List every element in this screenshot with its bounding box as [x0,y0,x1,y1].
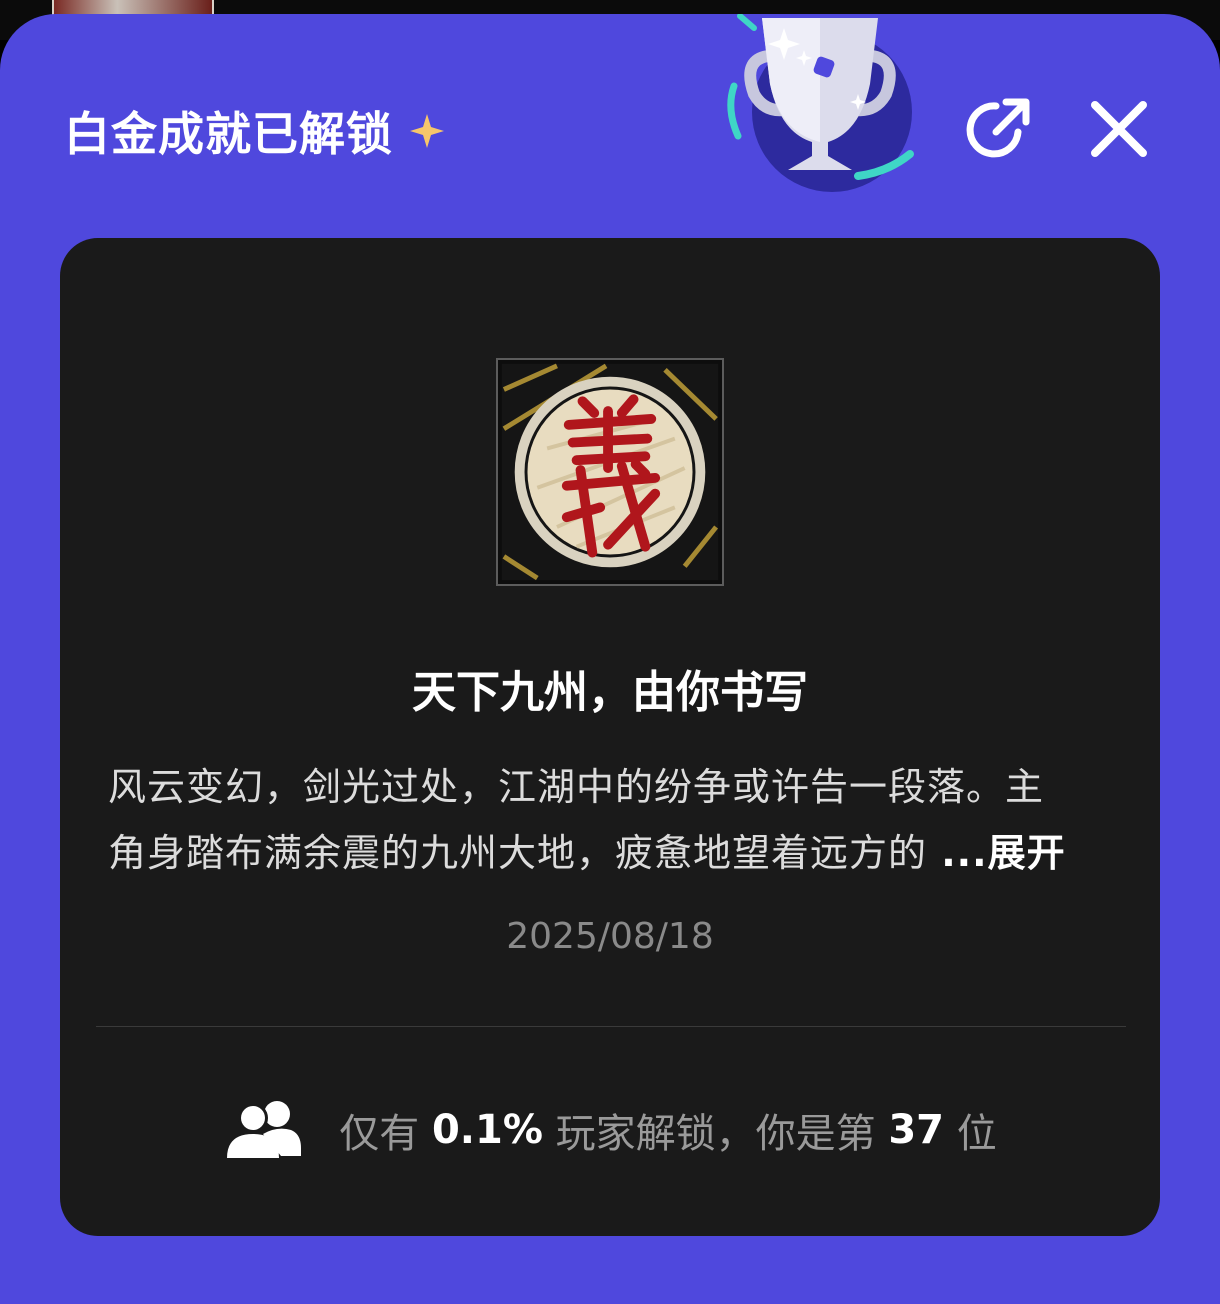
description-line-2: 角身踏布满余震的九州大地，疲惫地望着远方的 ...展开 [108,820,1118,886]
stats-percent: 0.1% [431,1107,543,1153]
description-line-1: 风云变幻，剑光过处，江湖中的纷争或许告一段落。主 [108,765,1045,809]
close-button[interactable] [1084,94,1154,164]
stats-rank: 37 [888,1107,945,1153]
achievement-description: 风云变幻，剑光过处，江湖中的纷争或许告一段落。主 角身踏布满余震的九州大地，疲惫… [108,754,1118,886]
trophy-icon [727,14,914,192]
users-icon [227,1101,302,1158]
description-line-2-text: 角身踏布满余震的九州大地，疲惫地望着远方的 [108,831,928,875]
sparkle-icon [410,114,444,148]
sheet-header: 白金成就已解锁 [64,98,447,164]
unlock-date: 2025/08/18 [506,916,714,957]
close-icon [1091,101,1147,157]
share-button[interactable] [962,94,1032,164]
achievement-title: 天下九州，由你书写 [412,667,808,718]
divider [96,1026,1126,1027]
header-title: 白金成就已解锁 [64,107,393,161]
stats-middle: 玩家解锁，你是第 [542,1111,889,1157]
stats-suffix: 位 [944,1111,997,1157]
stats-prefix: 仅有 [339,1111,432,1157]
description-ellipsis: ... [927,831,988,875]
achievement-badge-image [496,358,724,586]
expand-link[interactable]: 展开 [988,831,1066,875]
achievement-sheet: 白金成就已解锁 天下九州，由你书写 风云变幻，剑光过处，江湖中的纷争或许告一段落… [0,14,1220,1304]
share-icon [966,98,1030,158]
achievement-card: 天下九州，由你书写 风云变幻，剑光过处，江湖中的纷争或许告一段落。主 角身踏布满… [60,238,1160,1236]
unlock-stats: 仅有 0.1% 玩家解锁，你是第 37 位 [60,1098,1160,1162]
